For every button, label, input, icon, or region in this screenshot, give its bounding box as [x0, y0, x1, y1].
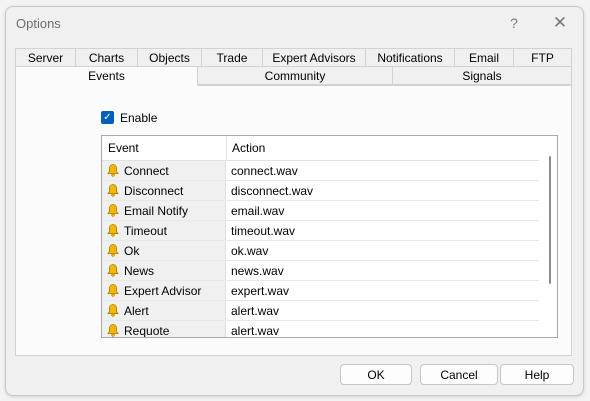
- event-name: Alert: [124, 304, 149, 318]
- action-value: connect.wav: [231, 164, 298, 178]
- event-name: Requote: [124, 324, 170, 338]
- close-button[interactable]: ✕: [548, 12, 572, 34]
- enable-label[interactable]: Enable: [120, 111, 157, 125]
- table-row[interactable]: Email Notify email.wav: [102, 201, 539, 221]
- event-name: Timeout: [124, 224, 167, 238]
- event-cell: Ok: [102, 241, 226, 260]
- tab-server[interactable]: Server: [15, 48, 76, 67]
- table-row[interactable]: Requote alert.wav: [102, 321, 539, 338]
- tab-objects[interactable]: Objects: [137, 48, 202, 67]
- table-row[interactable]: Connect connect.wav: [102, 161, 539, 181]
- scrollbar-thumb[interactable]: [549, 156, 551, 284]
- tab-trade[interactable]: Trade: [201, 48, 263, 67]
- column-header-event[interactable]: Event: [108, 136, 139, 160]
- events-table: Event Action Connect connect.wav Disconnec…: [101, 135, 558, 338]
- table-row[interactable]: Timeout timeout.wav: [102, 221, 539, 241]
- action-value: news.wav: [231, 264, 284, 278]
- event-cell: Alert: [102, 301, 226, 320]
- enable-checkbox[interactable]: ✓: [101, 111, 114, 124]
- options-dialog: Options ? ✕ Server Charts Objects Trade …: [5, 6, 584, 396]
- tab-expert-advisors[interactable]: Expert Advisors: [262, 48, 366, 67]
- event-cell: Email Notify: [102, 201, 226, 220]
- event-name: Disconnect: [124, 184, 184, 198]
- tab-signals[interactable]: Signals: [392, 66, 572, 85]
- bell-icon: [107, 224, 119, 237]
- table-row[interactable]: Alert alert.wav: [102, 301, 539, 321]
- action-value: alert.wav: [231, 324, 280, 338]
- help-button[interactable]: Help: [500, 364, 574, 385]
- table-row[interactable]: Ok ok.wav: [102, 241, 539, 261]
- action-value: disconnect.wav: [231, 184, 314, 198]
- bell-icon: [107, 204, 119, 217]
- table-row[interactable]: News news.wav: [102, 261, 539, 281]
- ok-button[interactable]: OK: [340, 364, 412, 385]
- table-header: Event Action: [102, 136, 539, 161]
- bell-icon: [107, 284, 119, 297]
- event-cell: Disconnect: [102, 181, 226, 200]
- event-name: Email Notify: [124, 204, 189, 218]
- action-value: alert.wav: [231, 304, 280, 318]
- tab-charts[interactable]: Charts: [75, 48, 138, 67]
- window-title: Options: [16, 16, 61, 31]
- event-name: Ok: [124, 244, 140, 258]
- bell-icon: [107, 164, 119, 177]
- vertical-scrollbar[interactable]: [539, 136, 557, 337]
- action-value: email.wav: [231, 204, 285, 218]
- event-cell: Expert Advisor: [102, 281, 226, 300]
- event-cell: News: [102, 261, 226, 280]
- tab-email[interactable]: Email: [454, 48, 514, 67]
- bell-icon: [107, 304, 119, 317]
- tab-ftp[interactable]: FTP: [513, 48, 572, 67]
- table-row[interactable]: Expert Advisor expert.wav: [102, 281, 539, 301]
- bell-icon: [107, 184, 119, 197]
- action-value: expert.wav: [231, 284, 290, 298]
- event-cell: Timeout: [102, 221, 226, 240]
- tab-notifications[interactable]: Notifications: [365, 48, 455, 67]
- table-row[interactable]: Disconnect disconnect.wav: [102, 181, 539, 201]
- title-bar: Options ? ✕: [6, 7, 583, 39]
- help-title-button[interactable]: ?: [502, 12, 526, 34]
- column-header-action[interactable]: Action: [232, 136, 265, 160]
- bell-icon: [107, 244, 119, 257]
- column-divider[interactable]: [226, 136, 227, 160]
- bell-icon: [107, 264, 119, 277]
- event-name: News: [124, 264, 155, 278]
- event-name: Connect: [124, 164, 169, 178]
- action-value: timeout.wav: [231, 224, 296, 238]
- event-cell: Connect: [102, 161, 226, 180]
- tab-events[interactable]: Events: [15, 66, 198, 86]
- event-cell: Requote: [102, 321, 226, 338]
- tab-community[interactable]: Community: [197, 66, 393, 85]
- cancel-button[interactable]: Cancel: [420, 364, 498, 385]
- event-name: Expert Advisor: [124, 284, 202, 298]
- action-value: ok.wav: [231, 244, 269, 258]
- bell-icon: [107, 324, 119, 337]
